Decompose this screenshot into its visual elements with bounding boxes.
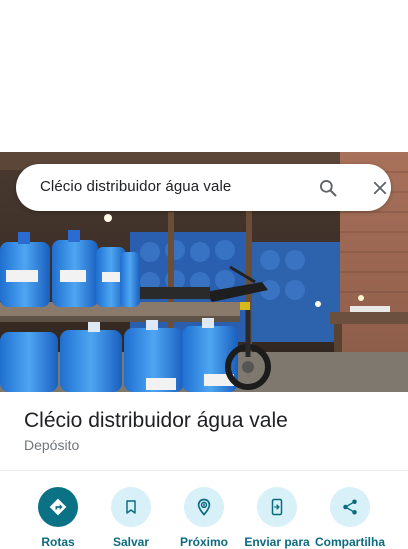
directions-button-circle[interactable] (38, 487, 78, 527)
send-to-phone-button-circle[interactable] (257, 487, 297, 527)
place-category: Depósito (24, 437, 80, 453)
close-icon (373, 181, 387, 195)
save-button[interactable]: Salvar (93, 487, 169, 549)
search-button[interactable] (316, 176, 340, 200)
bookmark-icon (126, 500, 136, 514)
nearby-icon (197, 498, 211, 516)
share-button-circle[interactable] (330, 487, 370, 527)
search-icon (320, 180, 337, 197)
close-button[interactable] (368, 176, 392, 200)
send-to-phone-button[interactable]: Enviar para (239, 487, 315, 549)
share-button[interactable]: Compartilha (312, 487, 388, 549)
save-button-circle[interactable] (111, 487, 151, 527)
directions-label: Rotas (41, 535, 75, 549)
place-title: Clécio distribuidor água vale (24, 409, 288, 432)
search-bar[interactable]: Clécio distribuidor água vale (16, 164, 391, 211)
share-label: Compartilha (314, 535, 385, 549)
divider (0, 470, 408, 471)
nearby-label: Próximo (179, 535, 228, 549)
directions-icon (49, 498, 67, 516)
directions-button[interactable]: Rotas (20, 487, 96, 549)
search-input[interactable]: Clécio distribuidor água vale (40, 178, 231, 195)
nearby-button[interactable]: Próximo (166, 487, 242, 549)
send-to-phone-label: Enviar para (244, 535, 310, 549)
nearby-button-circle[interactable] (184, 487, 224, 527)
send-to-phone-icon (271, 498, 283, 516)
save-label: Salvar (112, 535, 150, 549)
share-icon (343, 499, 357, 515)
